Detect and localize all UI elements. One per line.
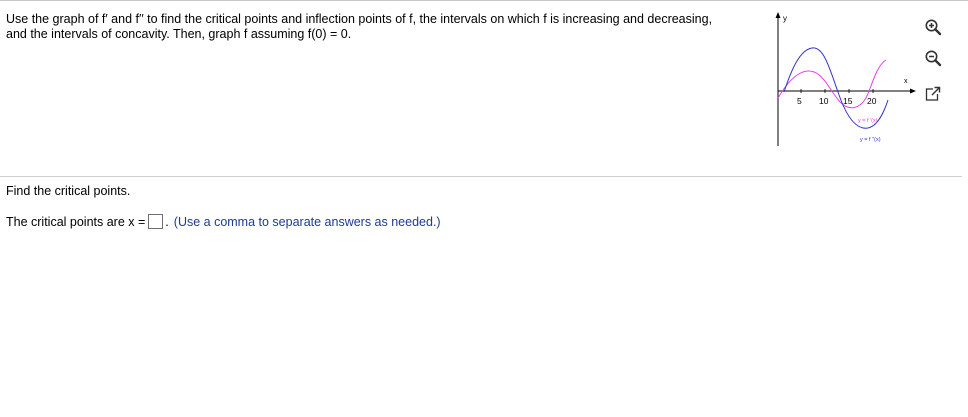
answer-prompt: The critical points are x = (6, 214, 146, 229)
critical-points-input[interactable] (148, 214, 164, 229)
tick-label-20: 20 (867, 96, 877, 106)
derivative-graph[interactable]: y x 5 10 15 20 y = f ′(x) y = f ′′(x) (770, 8, 920, 158)
tick-label-5: 5 (797, 96, 802, 106)
zoom-in-icon (925, 19, 942, 36)
answer-row: The critical points are x = . (Use a com… (6, 214, 441, 229)
x-axis-label: x (904, 78, 908, 85)
question-text: Use the graph of f′ and f′′ to find the … (6, 12, 766, 42)
y-axis-arrow (775, 12, 781, 18)
tick-label-10: 10 (819, 96, 829, 106)
top-divider (0, 0, 968, 1)
tick-label-15: 15 (843, 96, 853, 106)
y-axis-label: y (783, 14, 787, 23)
part-title: Find the critical points. (6, 184, 131, 198)
question-line-2: and the intervals of concavity. Then, gr… (6, 27, 352, 41)
zoom-out-button[interactable] (922, 47, 944, 69)
question-line-1: Use the graph of f′ and f′′ to find the … (6, 12, 713, 26)
zoom-out-icon (925, 50, 942, 67)
answer-period: . (165, 214, 169, 229)
curve-f-double-prime (783, 47, 889, 129)
external-window-icon (925, 86, 941, 101)
x-axis-arrow (910, 88, 916, 94)
curve-label-f-double-prime: y = f ′′(x) (860, 137, 881, 143)
section-divider (0, 176, 962, 177)
answer-hint: (Use a comma to separate answers as need… (173, 214, 441, 229)
curve-label-f-prime: y = f ′(x) (858, 118, 878, 124)
page: Use the graph of f′ and f′′ to find the … (0, 0, 968, 417)
popout-window-button[interactable] (922, 83, 944, 105)
zoom-in-button[interactable] (922, 16, 944, 38)
